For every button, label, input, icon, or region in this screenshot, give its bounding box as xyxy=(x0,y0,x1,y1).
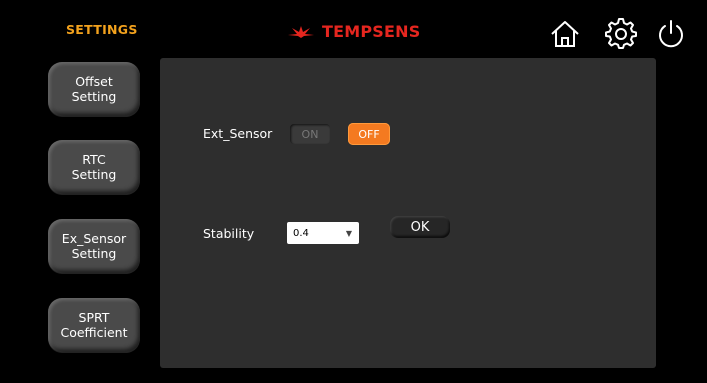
sidebar-item-ex-sensor-setting[interactable]: Ex_Sensor Setting xyxy=(48,219,140,273)
gear-icon[interactable] xyxy=(605,18,637,50)
ext-sensor-on-button[interactable]: ON xyxy=(290,124,330,144)
brand-logo: TEMPSENS xyxy=(286,20,420,42)
sidebar-item-sprt-coefficient[interactable]: SPRT Coefficient xyxy=(48,298,140,352)
home-icon[interactable] xyxy=(549,18,581,50)
sidebar-item-label: RTC Setting xyxy=(71,152,117,182)
content-panel xyxy=(160,58,656,368)
brand-name: TEMPSENS xyxy=(322,21,421,41)
ok-button[interactable]: OK xyxy=(390,216,450,238)
sidebar-item-label: SPRT Coefficient xyxy=(60,310,128,340)
page-title: SETTINGS xyxy=(66,22,138,37)
tempsens-logo-icon xyxy=(288,26,314,38)
chevron-down-icon: ▼ xyxy=(345,228,352,238)
ext-sensor-label: Ext_Sensor xyxy=(203,126,273,141)
sidebar-item-rtc-setting[interactable]: RTC Setting xyxy=(48,140,140,194)
power-icon[interactable] xyxy=(655,18,687,50)
sidebar-item-label: Offset Setting xyxy=(71,74,117,104)
ext-sensor-off-button[interactable]: OFF xyxy=(348,123,390,145)
sidebar-item-offset-setting[interactable]: Offset Setting xyxy=(48,62,140,116)
stability-select[interactable]: 0.4 ▼ xyxy=(287,222,359,244)
stability-value: 0.4 xyxy=(293,227,309,239)
stability-label: Stability xyxy=(203,226,255,241)
settings-screen: SETTINGS TEMPSENS Offset Setting RTC Set… xyxy=(0,0,707,383)
sidebar-item-label: Ex_Sensor Setting xyxy=(61,231,127,261)
